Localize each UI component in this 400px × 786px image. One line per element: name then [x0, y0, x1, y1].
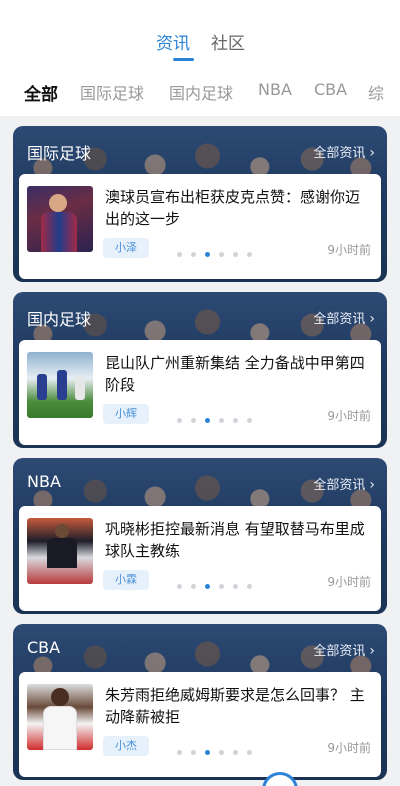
- view-all-label: 全部资讯: [313, 312, 366, 327]
- carousel-dot[interactable]: [191, 252, 196, 257]
- tab-news[interactable]: 资讯: [156, 29, 190, 54]
- section-domestic-football: 国内足球 全部资讯 › 昆山队广州重新集结 全力备战中甲第四阶段 小辉 9小时前: [13, 292, 387, 448]
- article-card[interactable]: 巩晓彬拒控最新消息 有望取替马布里成球队主教练 小霖 9小时前: [19, 506, 381, 611]
- section-intl-football: 国际足球 全部资讯 › 澳球员宣布出柜获皮克点赞：感谢你迈出的这一步 小泽 9小时…: [13, 126, 387, 282]
- article-card[interactable]: 朱芳雨拒绝威姆斯要求是怎么回事？ 主动降薪被拒 小杰 9小时前: [19, 672, 381, 777]
- view-all-label: 全部资讯: [313, 146, 366, 161]
- category-bar: 全部 国际足球 国内足球 NBA CBA 综: [0, 66, 400, 116]
- author-tag: 小泽: [103, 238, 149, 258]
- article-headline: 昆山队广州重新集结 全力备战中甲第四阶段: [105, 354, 365, 394]
- carousel-dot[interactable]: [233, 418, 238, 423]
- article-headline: 巩晓彬拒控最新消息 有望取替马布里成球队主教练: [105, 520, 365, 560]
- view-all-link[interactable]: 全部资讯 ›: [313, 640, 375, 659]
- player-figure: [57, 370, 67, 400]
- carousel-dot[interactable]: [233, 584, 238, 589]
- coach-figure: [47, 538, 77, 568]
- carousel-dot[interactable]: [247, 418, 252, 423]
- carousel-dot[interactable]: [247, 584, 252, 589]
- carousel-dot[interactable]: [191, 750, 196, 755]
- category-all[interactable]: 全部: [24, 80, 58, 105]
- author-tag: 小霖: [103, 570, 149, 590]
- article-headline: 澳球员宣布出柜获皮克点赞：感谢你迈出的这一步: [105, 188, 361, 228]
- author-tag: 小辉: [103, 404, 149, 424]
- category-nba[interactable]: NBA: [258, 80, 292, 99]
- article-card[interactable]: 昆山队广州重新集结 全力备战中甲第四阶段 小辉 9小时前: [19, 340, 381, 445]
- coach-head: [55, 524, 69, 538]
- carousel-dot[interactable]: [247, 252, 252, 257]
- carousel-dot[interactable]: [177, 584, 182, 589]
- section-title: 国际足球: [27, 144, 92, 163]
- carousel-dot-active[interactable]: [205, 252, 210, 257]
- carousel-dot-active[interactable]: [205, 750, 210, 755]
- section-title: NBA: [27, 472, 61, 491]
- chevron-right-icon: ›: [369, 643, 375, 659]
- view-all-link[interactable]: 全部资讯 ›: [313, 308, 375, 327]
- section-nba: NBA 全部资讯 › 巩晓彬拒控最新消息 有望取替马布里成球队主教练 小霖 9小时…: [13, 458, 387, 614]
- chevron-right-icon: ›: [369, 477, 375, 493]
- player-figure: [75, 376, 85, 400]
- article-time: 9小时前: [327, 741, 371, 755]
- carousel-dot[interactable]: [177, 750, 182, 755]
- view-all-label: 全部资讯: [313, 644, 366, 659]
- player-jersey: [41, 212, 77, 252]
- carousel-dot[interactable]: [219, 584, 224, 589]
- carousel-dot[interactable]: [219, 418, 224, 423]
- player-figure: [37, 374, 47, 400]
- carousel-dot[interactable]: [191, 418, 196, 423]
- carousel-dot[interactable]: [233, 750, 238, 755]
- view-all-label: 全部资讯: [313, 478, 366, 493]
- chevron-right-icon: ›: [369, 145, 375, 161]
- carousel-dot[interactable]: [247, 750, 252, 755]
- player-jersey: [43, 706, 77, 750]
- player-head: [51, 688, 69, 706]
- carousel-dot[interactable]: [177, 418, 182, 423]
- carousel-dot-active[interactable]: [205, 584, 210, 589]
- article-time: 9小时前: [327, 243, 371, 257]
- article-time: 9小时前: [327, 409, 371, 423]
- article-card[interactable]: 澳球员宣布出柜获皮克点赞：感谢你迈出的这一步 小泽 9小时前: [19, 174, 381, 279]
- category-more[interactable]: 综: [368, 80, 384, 104]
- article-thumbnail: [27, 684, 93, 750]
- article-time: 9小时前: [327, 575, 371, 589]
- carousel-dot[interactable]: [177, 252, 182, 257]
- category-domestic-football[interactable]: 国内足球: [169, 80, 233, 104]
- view-all-link[interactable]: 全部资讯 ›: [313, 474, 375, 493]
- carousel-dot-active[interactable]: [205, 418, 210, 423]
- section-cba: CBA 全部资讯 › 朱芳雨拒绝威姆斯要求是怎么回事？ 主动降薪被拒 小杰 9小时…: [13, 624, 387, 780]
- top-tab-bar: 资讯 社区: [0, 0, 400, 66]
- section-title: 国内足球: [27, 310, 92, 329]
- view-all-link[interactable]: 全部资讯 ›: [313, 142, 375, 161]
- carousel-dot[interactable]: [233, 252, 238, 257]
- article-headline: 朱芳雨拒绝威姆斯要求是怎么回事？ 主动降薪被拒: [105, 686, 365, 726]
- article-thumbnail: [27, 186, 93, 252]
- tab-community[interactable]: 社区: [211, 29, 245, 54]
- article-thumbnail: [27, 352, 93, 418]
- carousel-dot[interactable]: [219, 252, 224, 257]
- active-tab-indicator: [173, 58, 194, 61]
- chevron-right-icon: ›: [369, 311, 375, 327]
- article-thumbnail: [27, 518, 93, 584]
- carousel-dot[interactable]: [219, 750, 224, 755]
- category-cba[interactable]: CBA: [314, 80, 347, 99]
- author-tag: 小杰: [103, 736, 149, 756]
- category-intl-football[interactable]: 国际足球: [80, 80, 144, 104]
- section-title: CBA: [27, 638, 61, 657]
- carousel-dot[interactable]: [191, 584, 196, 589]
- player-head: [49, 194, 67, 212]
- news-feed: 国际足球 全部资讯 › 澳球员宣布出柜获皮克点赞：感谢你迈出的这一步 小泽 9小时…: [0, 116, 400, 786]
